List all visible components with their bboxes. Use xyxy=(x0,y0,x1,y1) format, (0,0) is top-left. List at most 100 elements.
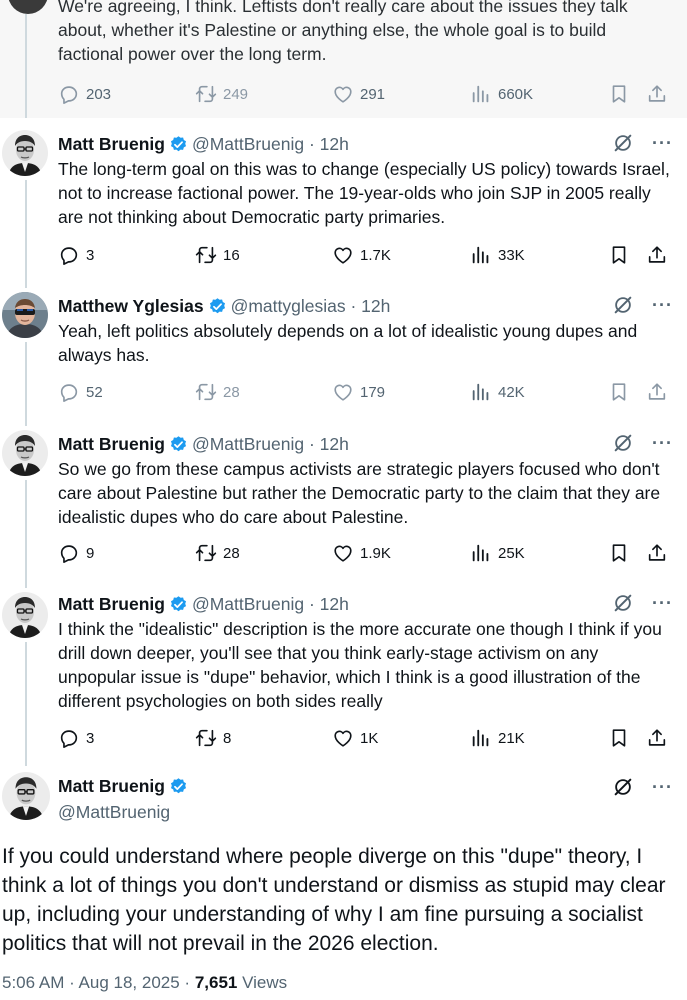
bookmark-icon xyxy=(608,381,630,403)
repost-button[interactable]: 28 xyxy=(195,541,240,565)
bookmark-button[interactable] xyxy=(608,243,630,267)
share-button[interactable] xyxy=(646,243,668,267)
grok-icon[interactable] xyxy=(612,432,634,454)
avatar[interactable] xyxy=(2,592,48,638)
more-icon[interactable]: ··· xyxy=(652,133,673,154)
author-name[interactable]: Matthew Yglesias xyxy=(58,296,204,317)
like-button[interactable]: 291 xyxy=(332,82,385,106)
more-icon[interactable]: ··· xyxy=(652,433,673,454)
like-icon xyxy=(332,381,354,403)
views-count: 25K xyxy=(498,544,525,562)
bookmark-button[interactable] xyxy=(608,380,630,404)
reply-button[interactable]: 3 xyxy=(58,243,94,267)
repost-button[interactable]: 28 xyxy=(195,380,240,404)
avatar[interactable] xyxy=(8,0,48,14)
views-button[interactable]: 21K xyxy=(470,726,525,750)
author-name[interactable]: Matt Bruenig xyxy=(58,134,165,155)
repost-icon xyxy=(195,381,217,403)
share-button[interactable] xyxy=(646,541,668,565)
grok-icon[interactable] xyxy=(612,592,634,614)
reply-button[interactable]: 3 xyxy=(58,726,94,750)
repost-count: 8 xyxy=(223,729,232,747)
bookmark-icon xyxy=(608,727,630,749)
bookmark-button[interactable] xyxy=(608,82,630,106)
tweet-actions: 52 28 179 42K xyxy=(58,380,670,404)
thread-line xyxy=(25,180,27,288)
like-button[interactable]: 1.9K xyxy=(332,541,391,565)
like-icon xyxy=(332,727,354,749)
views-button[interactable]: 42K xyxy=(470,380,525,404)
share-button[interactable] xyxy=(646,726,668,750)
views-count: 21K xyxy=(498,729,525,747)
avatar[interactable] xyxy=(2,130,48,176)
repost-button[interactable]: 249 xyxy=(195,82,248,106)
grok-icon[interactable] xyxy=(612,132,634,154)
top-tweet[interactable]: We're agreeing, I think. Leftists don't … xyxy=(0,0,687,118)
more-icon[interactable]: ··· xyxy=(652,777,673,798)
verified-icon xyxy=(169,135,188,154)
author-handle[interactable]: @MattBruenig xyxy=(192,434,304,455)
tweet-actions: 9 28 1.9K 25K xyxy=(58,541,670,565)
author-name[interactable]: Matt Bruenig xyxy=(58,594,165,615)
timestamp[interactable]: · 12h xyxy=(309,134,349,155)
avatar[interactable] xyxy=(2,772,50,820)
verified-icon xyxy=(169,435,188,454)
author-handle[interactable]: @mattyglesias xyxy=(231,296,346,317)
bookmark-button[interactable] xyxy=(608,726,630,750)
share-button[interactable] xyxy=(646,82,668,106)
reply-button[interactable]: 203 xyxy=(58,82,111,106)
like-button[interactable]: 1.7K xyxy=(332,243,391,267)
timestamp[interactable]: · 12h xyxy=(309,434,349,455)
repost-count: 16 xyxy=(223,246,240,264)
share-icon xyxy=(646,83,668,105)
author-handle[interactable]: @MattBruenig xyxy=(192,134,304,155)
author-name-text: Matt Bruenig xyxy=(58,776,165,796)
bookmark-button[interactable] xyxy=(608,541,630,565)
more-icon[interactable]: ··· xyxy=(652,295,673,316)
views-count: 660K xyxy=(498,85,534,103)
reply-button[interactable]: 9 xyxy=(58,541,94,565)
avatar[interactable] xyxy=(2,292,48,338)
views-button[interactable]: 660K xyxy=(470,82,533,106)
verified-icon xyxy=(169,595,188,614)
views-button[interactable]: 25K xyxy=(470,541,525,565)
reply-count: 3 xyxy=(86,729,95,747)
reply-icon xyxy=(58,542,80,564)
tweet-actions: 203 249 291 660K xyxy=(58,82,670,106)
timestamp[interactable]: · 12h xyxy=(309,594,349,615)
share-icon xyxy=(646,244,668,266)
bookmark-icon xyxy=(608,244,630,266)
views-icon xyxy=(470,542,492,564)
tweet-header: Matt Bruenig @MattBruenig · 12h ··· xyxy=(58,132,673,156)
timestamp[interactable]: 5:06 AM · Aug 18, 2025 · xyxy=(2,973,190,992)
timestamp[interactable]: · 12h xyxy=(350,296,390,317)
repost-icon xyxy=(195,244,217,266)
bookmark-icon xyxy=(608,542,630,564)
repost-icon xyxy=(195,542,217,564)
avatar[interactable] xyxy=(2,430,48,476)
author-name[interactable]: Matt Bruenig xyxy=(58,776,192,797)
views-button[interactable]: 33K xyxy=(470,243,525,267)
grok-icon[interactable] xyxy=(612,294,634,316)
like-button[interactable]: 179 xyxy=(332,380,385,404)
grok-icon[interactable] xyxy=(612,776,634,798)
views-icon xyxy=(470,727,492,749)
tweet-meta: 5:06 AM · Aug 18, 2025 · 7,651 Views xyxy=(2,973,287,993)
like-icon xyxy=(332,542,354,564)
repost-icon xyxy=(195,83,217,105)
tweet-text: So we go from these campus activists are… xyxy=(58,459,661,527)
like-count: 1.7K xyxy=(360,246,391,264)
repost-button[interactable]: 8 xyxy=(195,726,231,750)
repost-count: 249 xyxy=(223,85,249,103)
like-button[interactable]: 1K xyxy=(332,726,378,750)
reply-count: 52 xyxy=(86,383,103,401)
repost-button[interactable]: 16 xyxy=(195,243,240,267)
author-handle[interactable]: @MattBruenig xyxy=(58,802,170,823)
reply-button[interactable]: 52 xyxy=(58,380,103,404)
author-name[interactable]: Matt Bruenig xyxy=(58,434,165,455)
more-icon[interactable]: ··· xyxy=(652,593,673,614)
share-button[interactable] xyxy=(646,380,668,404)
reply-icon xyxy=(58,83,80,105)
author-handle[interactable]: @MattBruenig xyxy=(192,594,304,615)
tweet-text: The long-term goal on this was to change… xyxy=(58,159,670,227)
